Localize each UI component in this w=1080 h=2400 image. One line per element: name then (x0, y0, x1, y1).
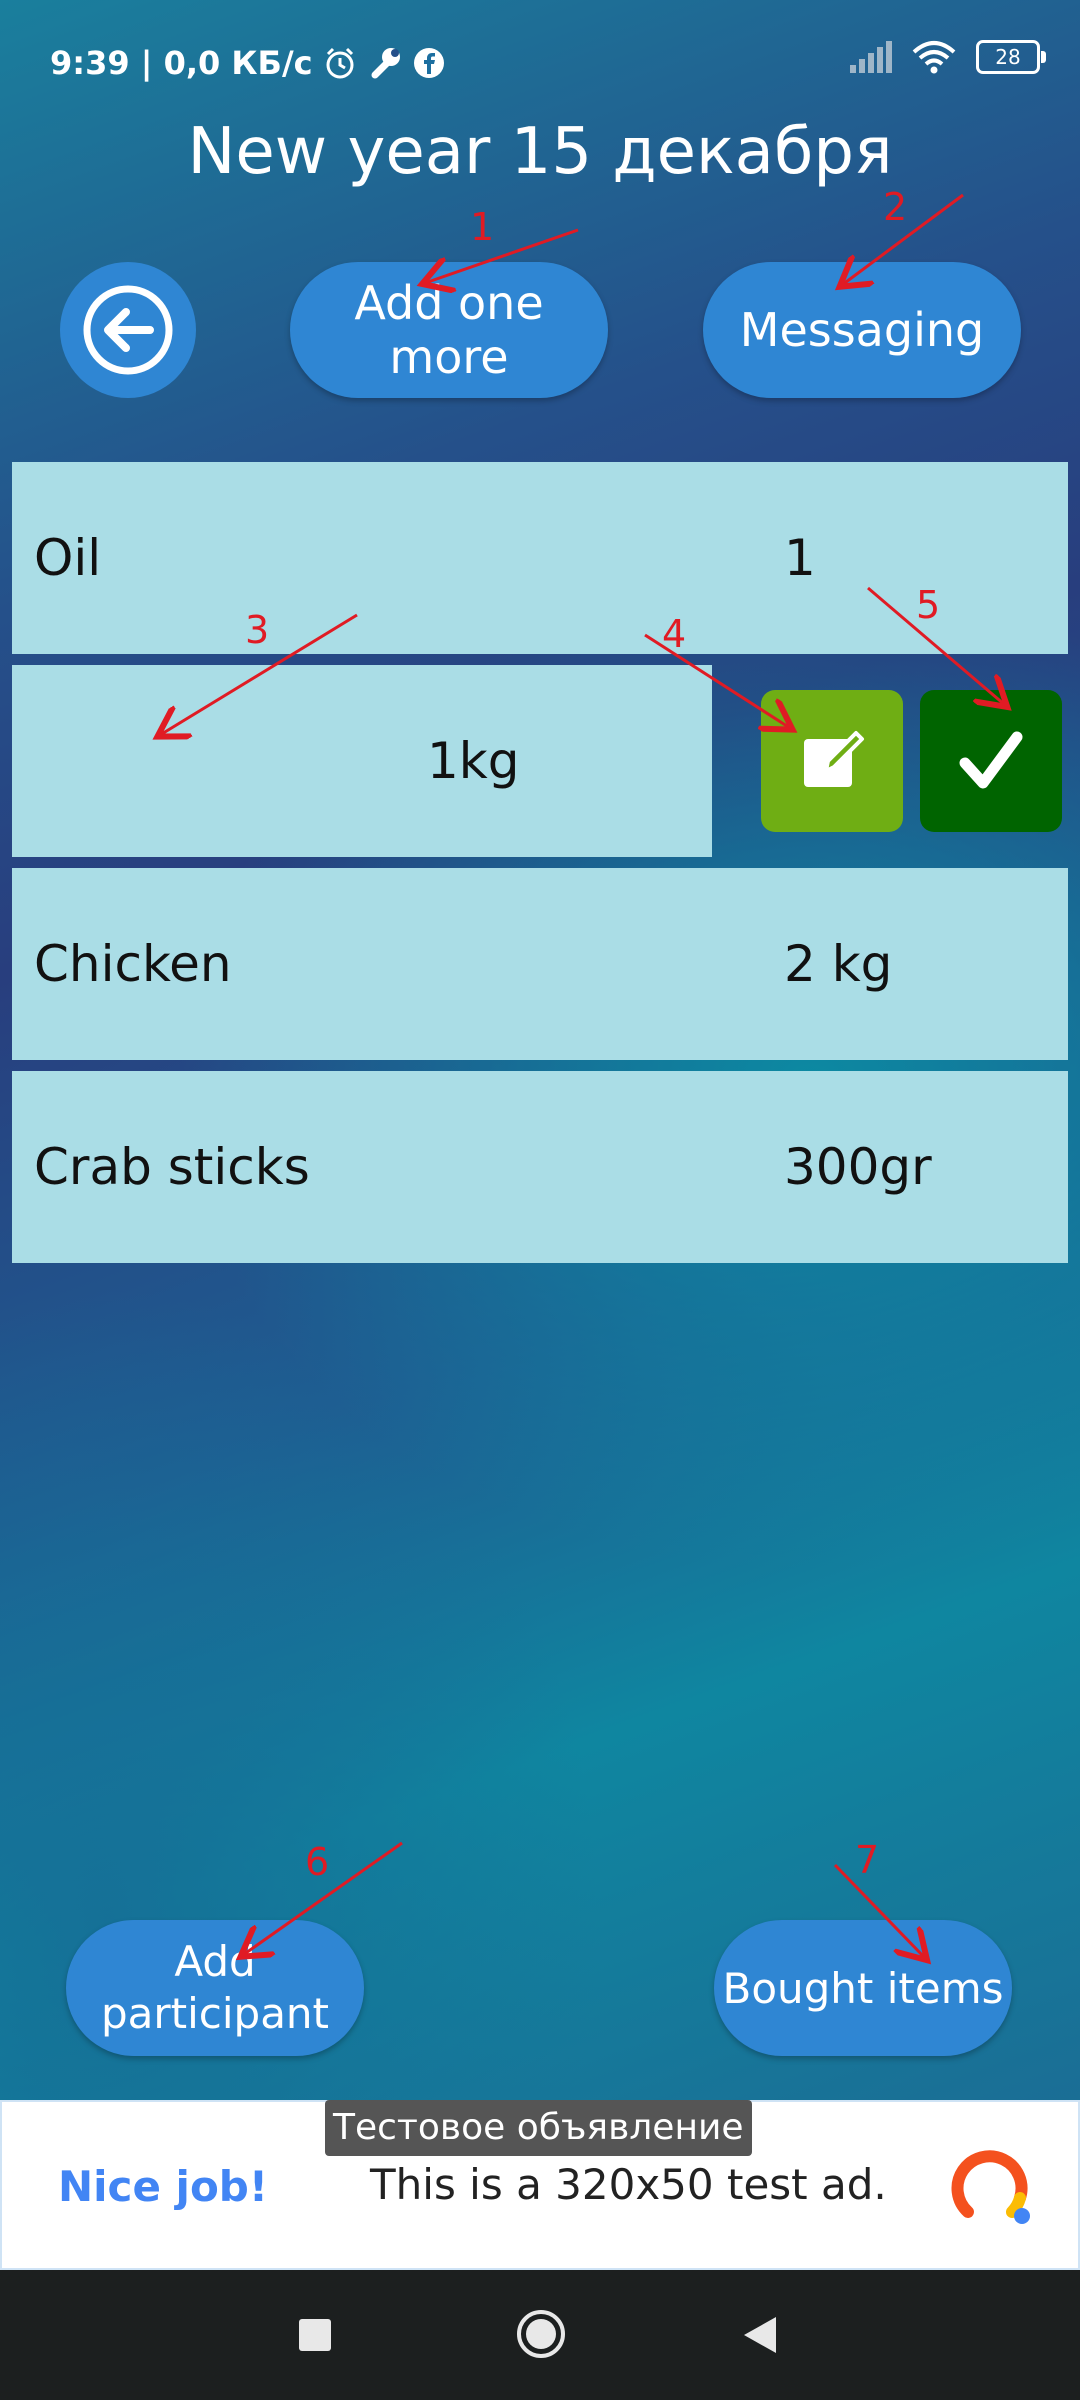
ad-text: This is a 320x50 test ad. (370, 2160, 887, 2209)
annotation-number: 7 (855, 1838, 880, 1882)
annotation-number: 4 (662, 612, 687, 656)
back-icon[interactable] (740, 2314, 780, 2356)
annotation-number: 5 (916, 583, 941, 627)
ad-logo-icon (951, 2150, 1030, 2224)
annotation-layer (0, 193, 1080, 2100)
recents-icon[interactable] (297, 2317, 333, 2353)
system-nav-bar (0, 2270, 1080, 2400)
annotation-number: 6 (305, 1840, 330, 1884)
annotation-number: 3 (245, 608, 270, 652)
ad-headline: Nice job! (58, 2162, 269, 2211)
annotation-number: 2 (883, 185, 908, 229)
annotation-arrow-1 (425, 228, 579, 283)
ad-tag: Тестовое объявление (325, 2100, 752, 2156)
home-icon[interactable] (515, 2308, 567, 2360)
annotation-arrow-7 (833, 1863, 925, 1958)
annotation-number: 1 (470, 205, 495, 249)
